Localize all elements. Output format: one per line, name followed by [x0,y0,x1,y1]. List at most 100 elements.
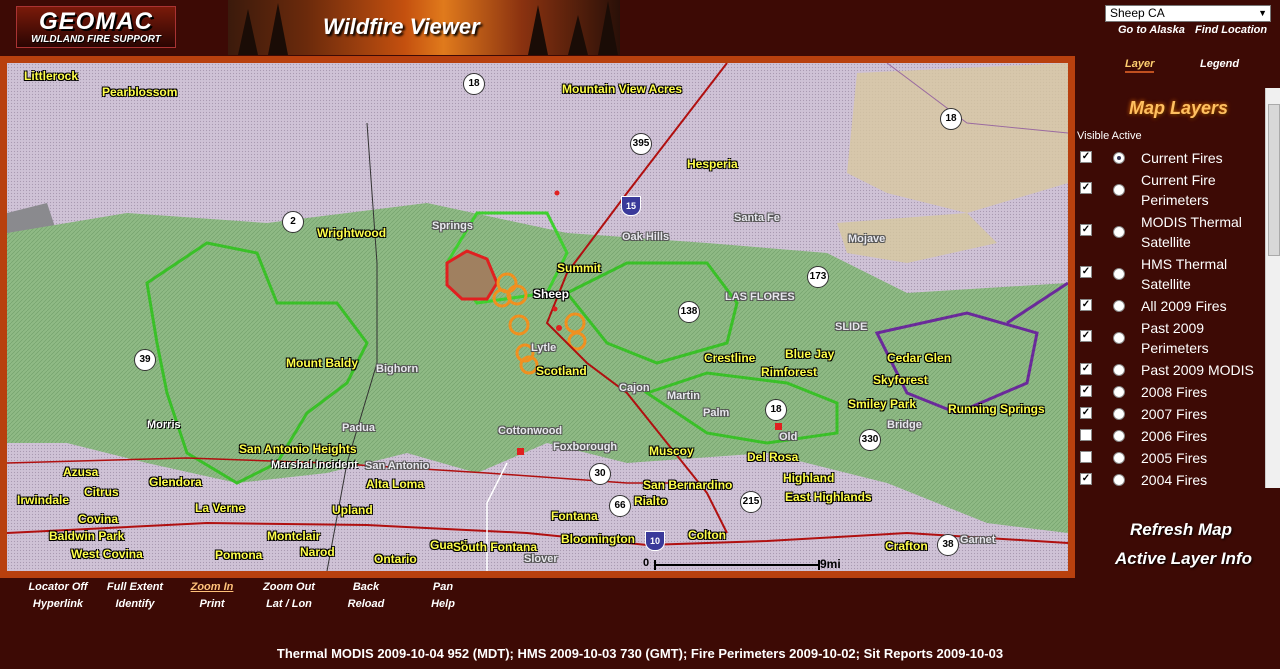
place-label: Running Springs [948,402,1045,416]
header: GEOMAC WILDLAND FIRE SUPPORT Wildfire Vi… [0,0,1075,56]
place-label: Wrightwood [317,226,387,240]
layer-list-scrollbar[interactable] [1265,88,1280,488]
place-label: Slover [524,553,558,565]
layer-visible-checkbox[interactable]: ✓ [1080,266,1092,278]
layer-label: MODIS Thermal Satellite [1141,214,1242,250]
active-layer-info-button[interactable]: Active Layer Info [1115,549,1252,569]
place-label: Blue Jay [785,347,835,361]
hyperlink-button[interactable]: Hyperlink [23,598,93,610]
layer-row: 2006 Fires [1075,426,1270,448]
place-label: Lytle [531,342,557,354]
location-select[interactable]: Sheep CA ▼ [1105,5,1271,22]
place-label: Montclair [267,529,321,543]
scale-end: 9mi [820,557,841,571]
layer-visible-checkbox[interactable]: ✓ [1080,385,1092,397]
layer-active-radio[interactable] [1113,268,1125,280]
location-select-value: Sheep CA [1110,6,1165,20]
layer-visible-checkbox[interactable]: ✓ [1080,299,1092,311]
place-label: Covina [78,512,119,526]
layer-row: ✓ HMS Thermal Satellite [1075,254,1270,292]
refresh-map-button[interactable]: Refresh Map [1130,520,1232,540]
lat-lon-button[interactable]: Lat / Lon [254,598,324,610]
incident-label[interactable]: Marshal Incident [271,459,358,471]
print-button[interactable]: Print [177,598,247,610]
find-location-link[interactable]: Find Location [1195,24,1267,36]
route-shield: 2 [282,211,304,233]
pan-button[interactable]: Pan [408,581,478,593]
place-label: Upland [332,503,373,517]
place-label: Pearblossom [102,85,178,99]
layer-visible-checkbox[interactable]: ✓ [1080,363,1092,375]
layer-active-radio[interactable] [1113,408,1125,420]
place-label: San Antonio [365,460,430,472]
fire-label-sheep[interactable]: Sheep [533,287,569,301]
place-label: Narod [300,545,335,559]
layer-label: 2008 Fires [1141,384,1208,400]
banner-title: Wildfire Viewer [323,14,480,39]
layer-active-radio[interactable] [1113,300,1125,312]
place-label: Bloomington [561,532,635,546]
layer-active-radio[interactable] [1113,226,1125,238]
layer-active-radio[interactable] [1113,430,1125,442]
layer-active-radio[interactable] [1113,184,1125,196]
route-shield: 39 [134,349,156,371]
layer-visible-checkbox[interactable]: ✓ [1080,151,1092,163]
layer-label: Past 2009 Perimeters [1141,320,1209,356]
place-label: Smiley Park [848,397,917,411]
layer-visible-checkbox[interactable]: ✓ [1080,330,1092,342]
identify-button[interactable]: Identify [100,598,170,610]
layer-row: ✓ All 2009 Fires [1075,296,1270,318]
locator-off-button[interactable]: Locator Off [23,581,93,593]
place-label: Martin [667,390,700,402]
place-label: Summit [557,261,602,275]
place-label: Azusa [63,465,99,479]
map-toolbar: Locator Off Full Extent Zoom In Zoom Out… [0,580,500,620]
layer-visible-checkbox[interactable]: ✓ [1080,224,1092,236]
reload-button[interactable]: Reload [331,598,401,610]
place-label: Crestline [704,351,756,365]
place-label: San Antonio Heights [239,442,357,456]
route-shield: 18 [463,73,485,95]
tab-legend[interactable]: Legend [1200,58,1239,70]
place-label: Mountain View Acres [562,82,683,96]
layer-row: 2005 Fires [1075,448,1270,470]
layer-row: ✓ Current Fires [1075,148,1270,170]
layer-visible-checkbox[interactable]: ✓ [1080,182,1092,194]
tab-layer[interactable]: Layer [1125,58,1155,73]
go-to-alaska-link[interactable]: Go to Alaska [1118,24,1185,36]
place-label: Glendora [149,475,202,489]
place-label: Cedar Glen [887,351,952,365]
full-extent-button[interactable]: Full Extent [100,581,170,593]
route-shield: 66 [609,495,631,517]
zoom-out-button[interactable]: Zoom Out [254,581,324,593]
help-button[interactable]: Help [408,598,478,610]
place-label: Old [779,431,798,443]
layer-visible-checkbox[interactable]: ✓ [1080,473,1092,485]
place-label: Bridge [887,419,922,431]
layer-visible-checkbox[interactable] [1080,451,1092,463]
interstate-shield: 10 [645,531,665,551]
scrollbar-thumb[interactable] [1268,104,1280,256]
layer-row: ✓ Past 2009 Perimeters [1075,318,1270,356]
layer-active-radio[interactable] [1113,452,1125,464]
layer-visible-checkbox[interactable] [1080,429,1092,441]
layer-visible-checkbox[interactable]: ✓ [1080,407,1092,419]
back-button[interactable]: Back [331,581,401,593]
layer-active-radio[interactable] [1113,386,1125,398]
layer-row: ✓ 2004 Fires [1075,470,1270,492]
layer-active-radio[interactable] [1113,474,1125,486]
zoom-in-button[interactable]: Zoom In [177,581,247,593]
layer-active-radio[interactable] [1113,364,1125,376]
place-label: Fontana [551,509,598,523]
place-label: Baldwin Park [49,529,125,543]
layer-row: ✓ Past 2009 MODIS [1075,360,1270,382]
interstate-shield: 15 [621,196,641,216]
route-shield: 173 [807,266,829,288]
map-viewport[interactable]: 18 395 15 18 2 173 138 39 18 330 215 30 … [7,63,1068,571]
layer-row: ✓ 2007 Fires [1075,404,1270,426]
place-label: Del Rosa [747,450,799,464]
layer-active-radio[interactable] [1113,332,1125,344]
place-label: Hesperia [687,157,738,171]
layer-active-radio[interactable] [1113,152,1125,164]
geomac-logo[interactable]: GEOMAC WILDLAND FIRE SUPPORT [16,6,176,48]
